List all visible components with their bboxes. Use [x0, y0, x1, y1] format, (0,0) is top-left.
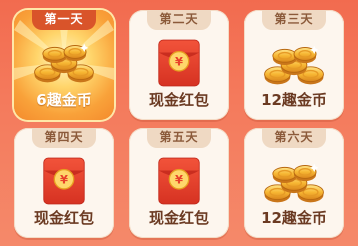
day-card-4[interactable]: 第四天 现金红包 — [14, 128, 114, 238]
reward-label-6: 12趣金币 — [261, 209, 327, 227]
day-tab-5: 第五天 — [147, 128, 211, 148]
day-card-2[interactable]: 第二天 现金红包 — [129, 10, 229, 120]
reward-label-1: 6趣金币 — [36, 91, 92, 109]
red-envelope-icon — [157, 156, 201, 206]
coins-icon — [257, 160, 331, 206]
coins-icon — [27, 40, 101, 86]
reward-label-5: 现金红包 — [148, 209, 209, 227]
checkin-grid: 第一天 6趣金币 第二天 现金红包 第三天 12趣金币 第四天 现金红包 第五天… — [0, 0, 358, 246]
day-card-5[interactable]: 第五天 现金红包 — [129, 128, 229, 238]
reward-label-2: 现金红包 — [148, 91, 209, 109]
red-envelope-icon — [42, 156, 86, 206]
day-tab-3: 第三天 — [262, 10, 326, 30]
day-tab-6: 第六天 — [262, 128, 326, 148]
reward-label-4: 现金红包 — [33, 209, 94, 227]
day-card-1[interactable]: 第一天 6趣金币 — [14, 10, 114, 120]
reward-label-3: 12趣金币 — [261, 91, 327, 109]
day-tab-2: 第二天 — [147, 10, 211, 30]
day-card-6[interactable]: 第六天 12趣金币 — [244, 128, 344, 238]
coins-icon — [257, 42, 331, 88]
day-tab-1: 第一天 — [32, 10, 96, 30]
day-card-3[interactable]: 第三天 12趣金币 — [244, 10, 344, 120]
red-envelope-icon — [157, 38, 201, 88]
day-tab-4: 第四天 — [32, 128, 96, 148]
